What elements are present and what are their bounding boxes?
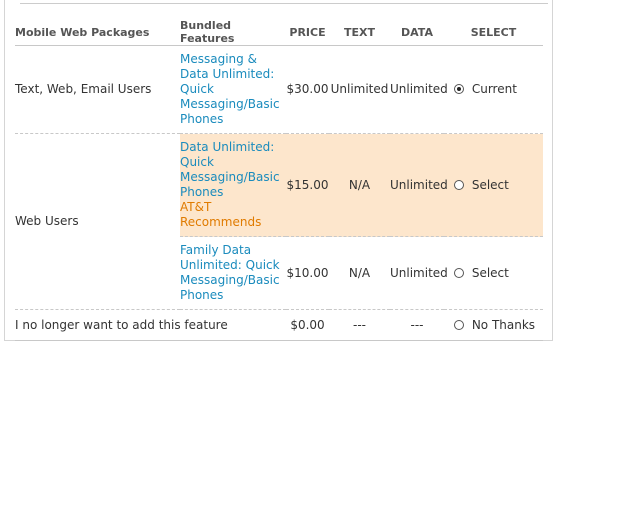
select-label[interactable]: No Thanks — [472, 318, 535, 332]
header-text: TEXT — [329, 19, 390, 46]
recommend-badge: AT&T Recommends — [180, 200, 286, 230]
header-package: Mobile Web Packages — [15, 19, 180, 46]
feature-cell: Messaging & Data Unlimited: Quick Messag… — [180, 45, 286, 134]
top-divider — [20, 3, 548, 4]
feature-line: Quick — [180, 82, 214, 96]
data-cell: Unlimited — [390, 45, 448, 134]
text-cell: N/A — [329, 236, 390, 310]
feature-link[interactable]: Data Unlimited: Quick Messaging/Basic Ph… — [180, 140, 286, 200]
feature-link[interactable]: Messaging & Data Unlimited: Quick Messag… — [180, 52, 286, 127]
packages-panel: Mobile Web Packages Bundled Features PRI… — [4, 0, 553, 341]
select-cell: Select — [444, 133, 543, 237]
select-label[interactable]: Current — [472, 82, 517, 96]
feature-line: Phones — [180, 185, 224, 199]
header-data: DATA — [390, 19, 444, 46]
feature-line: Messaging/Basic — [180, 273, 280, 287]
text-cell: Unlimited — [329, 45, 390, 134]
recommend-line: AT&T — [180, 200, 212, 214]
package-radio[interactable] — [454, 319, 464, 330]
data-cell: --- — [390, 309, 444, 341]
feature-line: Unlimited: Quick — [180, 258, 280, 272]
feature-line: Messaging & — [180, 52, 257, 66]
text-cell: N/A — [329, 133, 390, 237]
header-select: SELECT — [444, 19, 543, 46]
feature-line: Phones — [180, 112, 224, 126]
table-row: Web Users Data Unlimited: Quick Messagin… — [15, 133, 543, 310]
select-label[interactable]: Select — [472, 178, 509, 192]
table-row: Text, Web, Email Users Messaging & Data … — [15, 45, 543, 134]
feature-cell: Data Unlimited: Quick Messaging/Basic Ph… — [180, 133, 286, 237]
package-name: Web Users — [15, 133, 180, 310]
data-cell: Unlimited — [390, 133, 448, 237]
feature-line: Phones — [180, 288, 224, 302]
select-cell: Current — [444, 45, 543, 134]
package-name: Text, Web, Email Users — [15, 45, 180, 134]
price-cell: $10.00 — [286, 236, 329, 310]
feature-line: Family Data — [180, 243, 252, 257]
package-radio[interactable] — [454, 267, 464, 278]
feature-line: Data Unlimited: — [180, 67, 275, 81]
package-radio[interactable] — [454, 179, 464, 190]
select-cell: No Thanks — [444, 309, 543, 341]
header-row: Mobile Web Packages Bundled Features PRI… — [15, 19, 543, 46]
feature-cell: Family Data Unlimited: Quick Messaging/B… — [180, 236, 286, 310]
package-radio[interactable] — [454, 84, 464, 94]
recommend-line: Recommends — [180, 215, 262, 229]
header-features: Bundled Features — [180, 19, 286, 46]
feature-link[interactable]: Family Data Unlimited: Quick Messaging/B… — [180, 243, 286, 303]
select-label[interactable]: Select — [472, 266, 509, 280]
select-cell: Select — [444, 236, 543, 310]
feature-line: Data Unlimited: — [180, 140, 275, 154]
price-cell: $15.00 — [286, 133, 329, 237]
feature-line: Messaging/Basic — [180, 170, 280, 184]
feature-line: Quick — [180, 155, 214, 169]
feature-line: Messaging/Basic — [180, 97, 280, 111]
packages-table: Mobile Web Packages Bundled Features PRI… — [15, 19, 543, 341]
text-cell: --- — [329, 309, 390, 341]
table-row: I no longer want to add this feature $0.… — [15, 309, 543, 341]
header-price: PRICE — [286, 19, 329, 46]
price-cell: $0.00 — [286, 309, 329, 341]
data-cell: Unlimited — [390, 236, 448, 310]
package-name: I no longer want to add this feature — [15, 309, 286, 341]
price-cell: $30.00 — [286, 45, 329, 134]
